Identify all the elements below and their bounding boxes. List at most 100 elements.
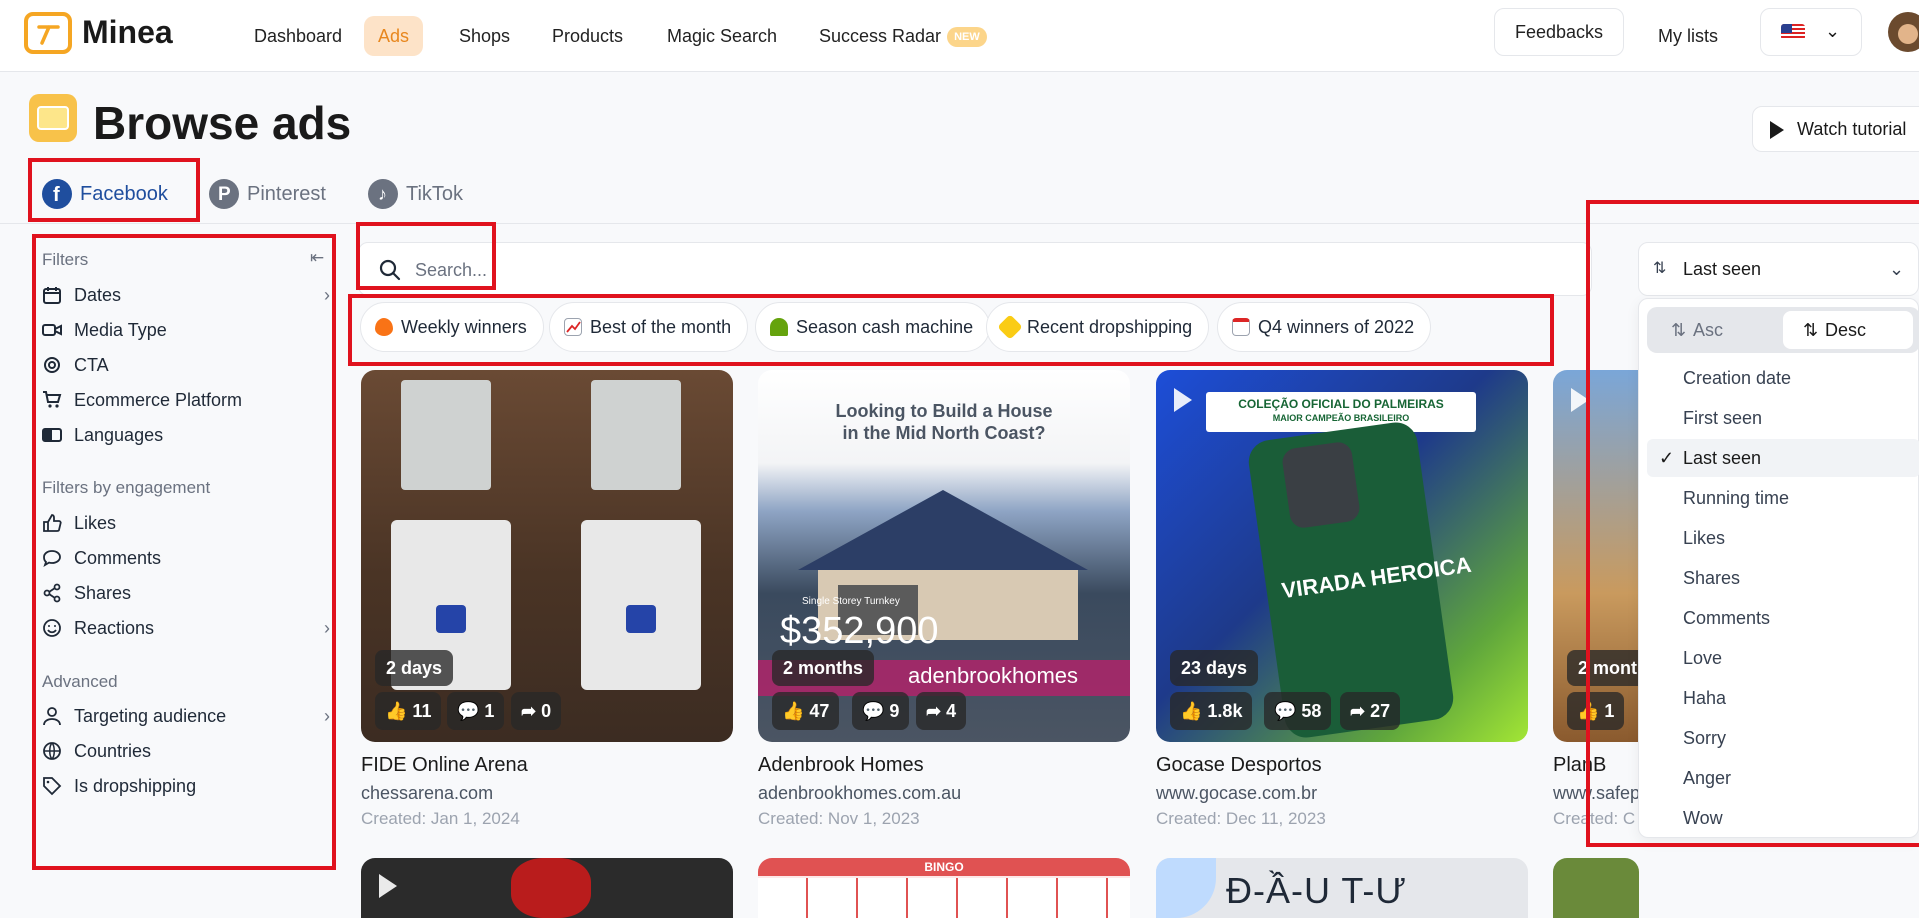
sort-desc-button[interactable]: ⇅ Desc	[1783, 311, 1913, 349]
chevron-down-icon: ⌄	[1825, 21, 1841, 41]
filter-media-type-label: Media Type	[74, 320, 167, 340]
chip-season-cash-machine[interactable]: Season cash machine	[755, 302, 991, 352]
ad-title[interactable]: PlanB	[1553, 754, 1639, 777]
ad-card[interactable]: COLEÇÃO OFICIAL DO PALMEIRAS MAIOR CAMPE…	[1156, 370, 1528, 829]
sort-option[interactable]: Wow	[1647, 799, 1919, 837]
tab-pinterest-label: Pinterest	[247, 183, 326, 205]
minea-logo-icon[interactable]	[24, 12, 72, 54]
filter-targeting-audience[interactable]: Targeting audience ›	[42, 703, 330, 729]
filter-shares[interactable]: Shares	[42, 580, 131, 606]
tab-divider	[0, 223, 1919, 224]
ad-thumbnail[interactable]	[361, 858, 733, 918]
sort-option[interactable]: Likes	[1647, 519, 1919, 557]
ad-url[interactable]: www.safep	[1553, 783, 1639, 804]
tab-facebook[interactable]: f Facebook	[38, 176, 168, 212]
nav-magic-search[interactable]: Magic Search	[653, 16, 791, 56]
brand-name[interactable]: Minea	[82, 14, 173, 51]
nav-success-radar[interactable]: Success Radar NEW	[805, 16, 1001, 56]
filter-countries-label: Countries	[74, 741, 152, 761]
chevron-right-icon: ›	[324, 706, 330, 726]
sort-order-icon: ⇅	[1653, 260, 1667, 277]
ad-url[interactable]: adenbrookhomes.com.au	[758, 783, 1130, 804]
ad-overlay-subtext: MAIOR CAMPEÃO BRASILEIRO	[1272, 413, 1410, 423]
ad-url[interactable]: chessarena.com	[361, 783, 733, 804]
search-input[interactable]	[415, 257, 1015, 283]
filter-reactions[interactable]: Reactions ›	[42, 615, 330, 641]
tab-tiktok[interactable]: ♪ TikTok	[364, 176, 463, 212]
comments-count: 💬 9	[852, 692, 910, 730]
ad-card[interactable]: Looking to Build a House in the Mid Nort…	[758, 370, 1130, 829]
sort-option[interactable]: Comments	[1647, 599, 1919, 637]
sort-option[interactable]: Love	[1647, 639, 1919, 677]
collapse-sidebar-icon[interactable]: ⇤	[310, 248, 324, 268]
filter-is-dropshipping[interactable]: Is dropshipping	[42, 773, 196, 799]
ad-url[interactable]: www.gocase.com.br	[1156, 783, 1528, 804]
ad-thumbnail[interactable]: BINGO	[758, 858, 1130, 918]
new-badge: NEW	[947, 27, 987, 48]
search-box[interactable]	[358, 242, 1592, 296]
ad-card[interactable]: 2 mont 👍 1 PlanB www.safep Created: C	[1553, 370, 1639, 829]
chip-q4-winners[interactable]: Q4 winners of 2022	[1217, 302, 1432, 352]
sort-option[interactable]: Anger	[1647, 759, 1919, 797]
sort-asc-icon: ⇅	[1671, 320, 1687, 340]
language-select[interactable]: ⌄	[1760, 8, 1862, 56]
filter-comments[interactable]: Comments	[42, 545, 161, 571]
ad-thumbnail[interactable]: Đ-Ầ-U T-Ư	[1156, 858, 1528, 918]
ad-title[interactable]: Adenbrook Homes	[758, 754, 1130, 777]
chip-recent-dropshipping-label: Recent dropshipping	[1027, 317, 1193, 337]
nav-ads[interactable]: Ads	[364, 16, 424, 56]
nav-dashboard[interactable]: Dashboard	[240, 16, 356, 56]
video-icon	[42, 324, 62, 336]
chip-best-of-month[interactable]: Best of the month	[549, 302, 749, 352]
chip-weekly-winners[interactable]: Weekly winners	[360, 302, 544, 352]
tiktok-icon: ♪	[368, 179, 398, 209]
top-navbar: Minea Dashboard Ads Shops Products Magic…	[0, 0, 1919, 72]
ad-title[interactable]: Gocase Desportos	[1156, 754, 1528, 777]
ad-thumbnail[interactable]: COLEÇÃO OFICIAL DO PALMEIRAS MAIOR CAMPE…	[1156, 370, 1528, 742]
watch-tutorial-button[interactable]: Watch tutorial	[1752, 106, 1919, 152]
languages-icon	[42, 428, 62, 442]
ad-thumbnail[interactable]	[1553, 858, 1639, 918]
filter-targeting-audience-label: Targeting audience	[74, 706, 227, 726]
ad-thumbnail[interactable]: Looking to Build a House in the Mid Nort…	[758, 370, 1130, 742]
ad-thumbnail[interactable]: 2 days 👍 11 💬 1 ➦ 0	[361, 370, 733, 742]
avatar[interactable]	[1888, 12, 1919, 52]
filter-media-type[interactable]: Media Type	[42, 317, 167, 343]
filter-likes[interactable]: Likes	[42, 510, 116, 536]
filter-cta[interactable]: CTA	[42, 352, 109, 378]
shares-count: ➦ 0	[511, 692, 562, 730]
sort-option-selected[interactable]: ✓ Last seen	[1647, 439, 1919, 477]
sort-option[interactable]: Haha	[1647, 679, 1919, 717]
feedbacks-button[interactable]: Feedbacks	[1494, 8, 1625, 56]
chip-recent-dropshipping[interactable]: Recent dropshipping	[986, 302, 1210, 352]
chevron-down-icon: ⌄	[1889, 259, 1905, 279]
ad-card[interactable]: 2 days 👍 11 💬 1 ➦ 0 FIDE Online Arena ch…	[361, 370, 733, 829]
sort-option[interactable]: Sorry	[1647, 719, 1919, 757]
filters-heading: Filters	[42, 250, 89, 269]
filter-ecommerce-platform[interactable]: Ecommerce Platform	[42, 387, 242, 413]
filter-languages[interactable]: Languages	[42, 422, 163, 448]
tab-pinterest[interactable]: P Pinterest	[205, 176, 326, 212]
fire-icon	[375, 318, 393, 336]
filter-dates-label: Dates	[74, 285, 122, 305]
sort-select[interactable]: ⇅ Last seen ⌄	[1638, 242, 1919, 296]
shares-count: ➦ 27	[1340, 692, 1401, 730]
sort-option[interactable]: Creation date	[1647, 359, 1919, 397]
ad-title[interactable]: FIDE Online Arena	[361, 754, 733, 777]
nav-shops[interactable]: Shops	[445, 16, 524, 56]
sort-option[interactable]: Shares	[1647, 559, 1919, 597]
filter-is-dropshipping-label: Is dropshipping	[74, 776, 197, 796]
sort-asc-button[interactable]: ⇅ Asc	[1651, 311, 1779, 349]
sort-asc-label: Asc	[1693, 320, 1724, 340]
tag-icon	[43, 777, 62, 796]
my-lists-link[interactable]: My lists	[1644, 16, 1732, 56]
nav-products[interactable]: Products	[538, 16, 637, 56]
chevron-right-icon: ›	[324, 618, 330, 638]
tab-tiktok-label: TikTok	[406, 183, 464, 205]
ad-created-date: Created: C	[1553, 809, 1636, 828]
filter-countries[interactable]: Countries	[42, 738, 151, 764]
ad-thumbnail[interactable]: 2 mont 👍 1	[1553, 370, 1639, 742]
filter-dates[interactable]: Dates ›	[42, 282, 330, 308]
sort-option[interactable]: Running time	[1647, 479, 1919, 517]
sort-option[interactable]: First seen	[1647, 399, 1919, 437]
